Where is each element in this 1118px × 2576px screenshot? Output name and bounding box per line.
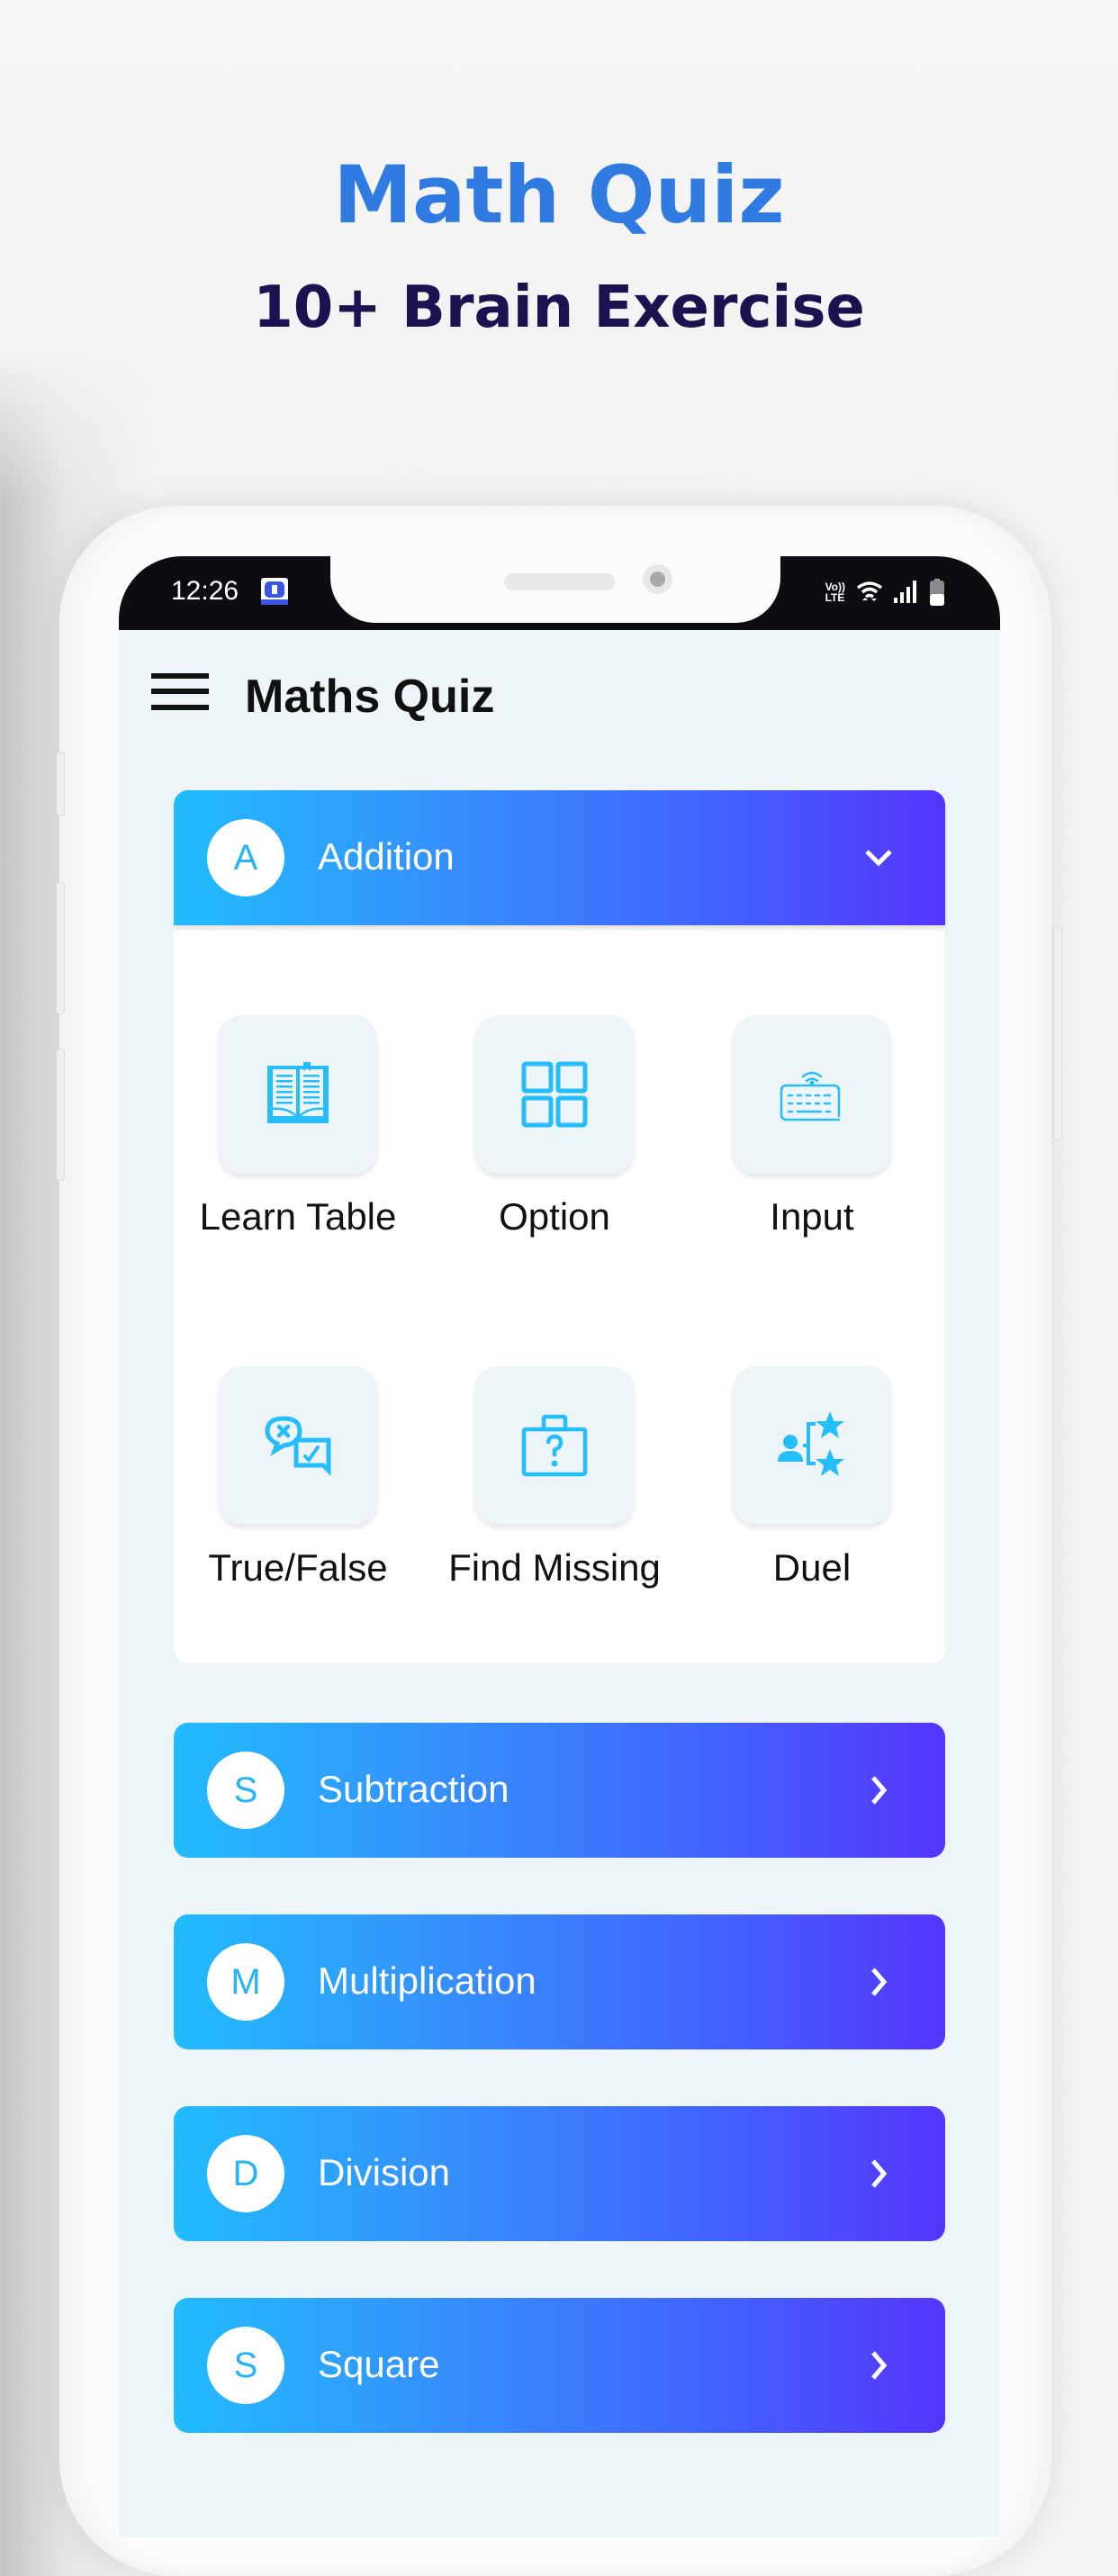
wifi-icon (856, 580, 883, 605)
promo-title: Math Quiz (333, 149, 785, 241)
phone-side-button (56, 882, 65, 1014)
section-label: Square (318, 2343, 440, 2385)
section-label: Addition (318, 835, 455, 878)
phone-side-button (56, 752, 65, 816)
question-briefcase-icon (521, 1414, 588, 1477)
open-book-icon (267, 1062, 329, 1123)
tile-learn-table[interactable]: Learn Table (174, 1015, 396, 1249)
status-icons: Vo)) LTE (825, 572, 944, 612)
battery-icon (930, 579, 944, 606)
chat-true-false-icon (265, 1416, 331, 1477)
section-multiplication[interactable]: M Multiplication (174, 1914, 945, 2049)
section-subtraction[interactable]: S Subtraction (174, 1723, 945, 1858)
tile-icon-box (219, 1015, 377, 1174)
app-bar: Maths Quiz (119, 630, 1000, 729)
lte-label: LTE (825, 591, 845, 604)
phone-side-button (56, 1049, 65, 1181)
promo-background (0, 0, 1118, 504)
tile-icon-box (475, 1015, 634, 1174)
tile-input[interactable]: Input (688, 1015, 904, 1249)
tile-icon-box (733, 1366, 891, 1525)
section-label: Subtraction (318, 1768, 509, 1810)
chevron-right-icon (871, 1776, 888, 1805)
section-letter-badge: A (207, 819, 284, 896)
tile-duel[interactable]: Duel (688, 1366, 904, 1600)
app-shield-icon (261, 578, 288, 605)
wireless-keyboard-icon (780, 1071, 841, 1121)
phone-screen: 12:26 Vo)) LTE Maths Quiz A Addition Lea… (119, 556, 1000, 2536)
phone-speaker (504, 573, 615, 590)
tile-find-missing[interactable]: Find Missing (430, 1366, 661, 1600)
volte-icon: Vo)) LTE (825, 581, 845, 603)
phone-side-button (1053, 927, 1062, 1140)
section-letter-badge: S (207, 1752, 284, 1829)
user-stars-icon (778, 1411, 844, 1476)
tile-label: Duel (772, 1546, 852, 1589)
chevron-right-icon (871, 1968, 888, 1996)
section-letter-badge: D (207, 2135, 284, 2212)
app-title: Maths Quiz (245, 671, 495, 723)
chevron-right-icon (871, 2159, 888, 2188)
tile-icon-box (219, 1366, 377, 1525)
tile-option[interactable]: Option (430, 1015, 646, 1249)
addition-submenu: Learn Table Option Input True/False Find… (174, 925, 945, 1663)
signal-icon (894, 581, 919, 604)
tile-label: Input (770, 1195, 854, 1238)
tile-label: True/False (208, 1546, 388, 1589)
section-letter-badge: M (207, 1943, 284, 2021)
hamburger-menu-icon[interactable] (151, 673, 209, 711)
tile-icon-box (475, 1366, 634, 1525)
tile-icon-box (733, 1015, 891, 1174)
chevron-right-icon (871, 2351, 888, 2380)
chevron-down-icon (865, 850, 892, 867)
grid-icon (521, 1061, 588, 1128)
section-letter-badge: S (207, 2327, 284, 2404)
tile-true-false[interactable]: True/False (174, 1366, 390, 1600)
section-division[interactable]: D Division (174, 2106, 945, 2241)
section-addition[interactable]: A Addition (174, 790, 945, 925)
front-camera (643, 564, 672, 594)
tile-label: Learn Table (199, 1195, 397, 1238)
section-label: Multiplication (318, 1959, 536, 2002)
tile-label: Option (499, 1195, 610, 1238)
section-square[interactable]: S Square (174, 2298, 945, 2433)
tile-label: Find Missing (448, 1546, 661, 1589)
section-label: Division (318, 2151, 451, 2193)
promo-subtitle: 10+ Brain Exercise (253, 275, 865, 341)
status-time: 12:26 (171, 576, 239, 606)
